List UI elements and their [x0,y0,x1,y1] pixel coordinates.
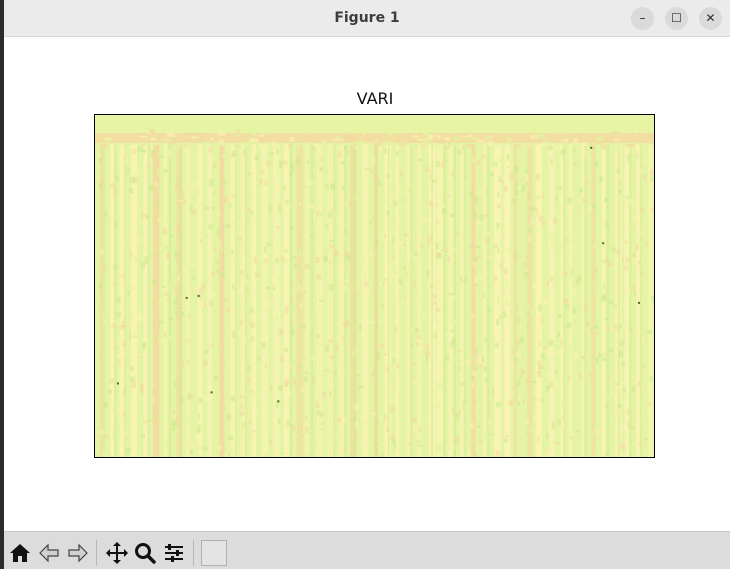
coordinate-readout [201,540,227,566]
configure-subplots-button[interactable] [161,540,187,566]
title-bar[interactable]: Figure 1 – ☐ ✕ [4,0,730,37]
minimize-button[interactable]: – [631,7,654,30]
close-icon: ✕ [705,11,716,25]
toolbar-separator [96,540,97,566]
forward-icon [68,543,88,563]
maximize-button[interactable]: ☐ [665,7,688,30]
figure-canvas[interactable]: VARI [4,37,730,531]
configure-subplots-icon [165,544,183,562]
navigation-toolbar [4,531,730,569]
window-title: Figure 1 [334,10,400,26]
minimize-icon: – [639,11,646,25]
vari-heatmap-image [95,115,654,457]
close-button[interactable]: ✕ [699,7,722,30]
toolbar-separator [193,540,194,566]
back-icon [39,543,59,563]
figure-window: Figure 1 – ☐ ✕ VARI [4,0,730,569]
forward-button[interactable] [65,540,91,566]
maximize-icon: ☐ [671,11,682,25]
back-button[interactable] [36,540,62,566]
zoom-button[interactable] [132,540,158,566]
zoom-icon [135,543,156,564]
plot-title: VARI [356,89,394,108]
vari-image-axes[interactable] [94,114,655,458]
home-icon [10,544,30,562]
pan-icon [106,542,128,564]
pan-button[interactable] [104,540,130,566]
home-button[interactable] [7,540,33,566]
